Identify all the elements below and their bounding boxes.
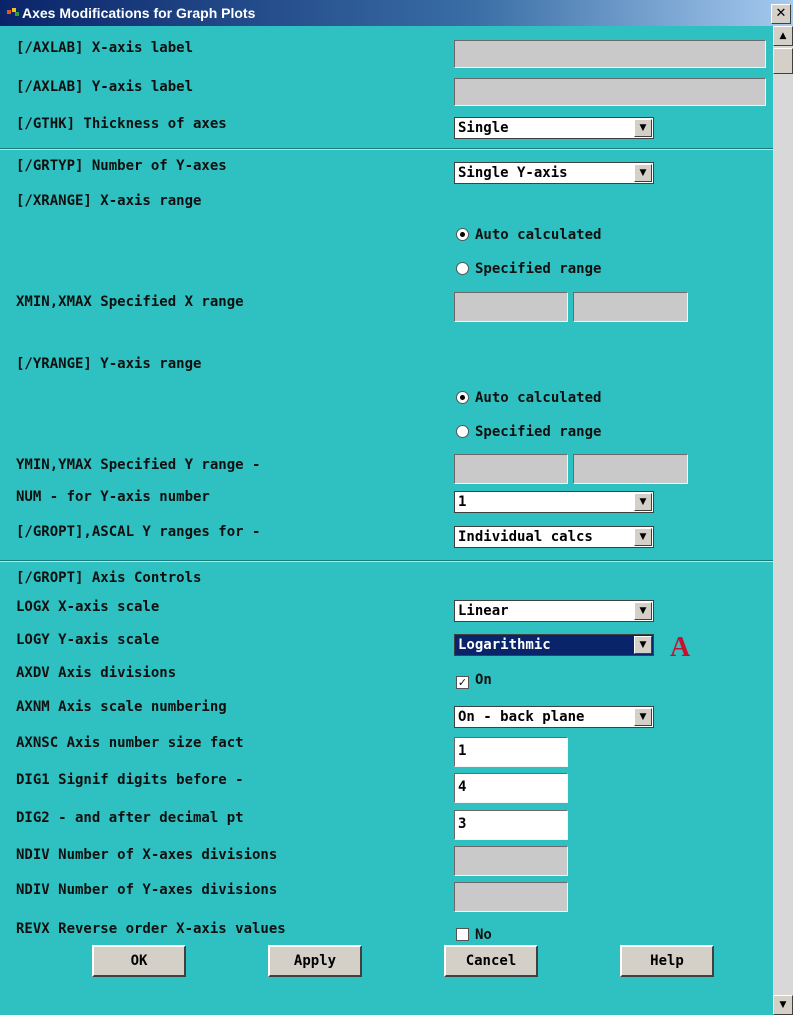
axnsc-label: AXNSC Axis number size fact: [16, 735, 244, 751]
axis-numbering-dropdown[interactable]: On - back plane ▼: [454, 706, 654, 728]
x-axis-label-input[interactable]: [454, 40, 766, 68]
dig2-label: DIG2 - and after decimal pt: [16, 810, 244, 826]
ymin-input[interactable]: [454, 454, 568, 484]
chevron-down-icon[interactable]: ▼: [634, 602, 652, 620]
dig1-label: DIG1 Signif digits before -: [16, 772, 244, 788]
close-button[interactable]: ✕: [771, 4, 791, 24]
y-ranges-value: Individual calcs: [458, 529, 593, 545]
ndiv-y-label: NDIV Number of Y-axes divisions: [16, 882, 278, 898]
radio-selected-icon[interactable]: [456, 391, 469, 404]
x-divisions-input[interactable]: [454, 846, 568, 876]
y-axes-count-value: Single Y-axis: [458, 165, 568, 181]
yminmax-label: YMIN,YMAX Specified Y range -: [16, 457, 261, 473]
xmax-input[interactable]: [573, 292, 688, 322]
y-ranges-dropdown[interactable]: Individual calcs ▼: [454, 526, 654, 548]
gthk-label: [/GTHK] Thickness of axes: [16, 116, 227, 132]
dialog-panel: [/AXLAB] X-axis label [/AXLAB] Y-axis la…: [0, 26, 773, 1015]
yrange-label: [/YRANGE] Y-axis range: [16, 356, 202, 372]
title-bar: Axes Modifications for Graph Plots ✕: [0, 0, 793, 26]
y-axis-scale-value: Logarithmic: [458, 637, 551, 653]
x-auto-calculated-radio[interactable]: Auto calculated: [456, 226, 601, 244]
scroll-thumb[interactable]: [773, 48, 793, 74]
chevron-down-icon[interactable]: ▼: [634, 636, 652, 654]
axdv-label: AXDV Axis divisions: [16, 665, 177, 681]
chevron-down-icon[interactable]: ▼: [634, 164, 652, 182]
y-divisions-input[interactable]: [454, 882, 568, 912]
x-specified-range-radio[interactable]: Specified range: [456, 260, 601, 278]
y-auto-calculated-radio[interactable]: Auto calculated: [456, 389, 601, 407]
x-auto-calculated-label: Auto calculated: [475, 227, 602, 243]
y-specified-range-label: Specified range: [475, 424, 602, 440]
axes-thickness-dropdown[interactable]: Single ▼: [454, 117, 654, 139]
num-label: NUM - for Y-axis number: [16, 489, 210, 505]
axes-thickness-value: Single: [458, 120, 509, 136]
axis-number-size-input[interactable]: 1: [454, 737, 568, 767]
radio-selected-icon[interactable]: [456, 228, 469, 241]
y-specified-range-radio[interactable]: Specified range: [456, 423, 601, 441]
digits-before-input[interactable]: 4: [454, 773, 568, 803]
grtyp-label: [/GRTYP] Number of Y-axes: [16, 158, 227, 174]
reverse-x-value: No: [475, 927, 492, 943]
section-divider: [0, 148, 773, 150]
revx-label: REVX Reverse order X-axis values: [16, 921, 286, 937]
xrange-label: [/XRANGE] X-axis range: [16, 193, 202, 209]
help-button[interactable]: Help: [620, 945, 714, 977]
ymax-input[interactable]: [573, 454, 688, 484]
y-axes-count-dropdown[interactable]: Single Y-axis ▼: [454, 162, 654, 184]
chevron-down-icon[interactable]: ▼: [634, 493, 652, 511]
axis-controls-label: [/GROPT] Axis Controls: [16, 570, 202, 586]
ok-button[interactable]: OK: [92, 945, 186, 977]
checkmark-icon[interactable]: ✓: [456, 676, 469, 689]
digits-after-input[interactable]: 3: [454, 810, 568, 840]
logy-label: LOGY Y-axis scale: [16, 632, 160, 648]
chevron-down-icon[interactable]: ▼: [634, 528, 652, 546]
radio-unselected-icon[interactable]: [456, 425, 469, 438]
unchecked-box-icon[interactable]: [456, 928, 469, 941]
axlab-y-label: [/AXLAB] Y-axis label: [16, 79, 194, 95]
axlab-x-label: [/AXLAB] X-axis label: [16, 40, 194, 56]
axis-numbering-value: On - back plane: [458, 709, 585, 725]
x-axis-scale-value: Linear: [458, 603, 509, 619]
y-axis-scale-dropdown[interactable]: Logarithmic ▼: [454, 634, 654, 656]
y-axis-number-value: 1: [458, 494, 467, 510]
annotation-marker: A: [670, 632, 691, 663]
chevron-down-icon[interactable]: ▼: [634, 708, 652, 726]
vertical-scrollbar[interactable]: ▲ ▼: [773, 26, 793, 1015]
radio-unselected-icon[interactable]: [456, 262, 469, 275]
axis-divisions-checkbox[interactable]: ✓ On: [456, 671, 492, 689]
chevron-down-icon[interactable]: ▼: [634, 119, 652, 137]
cancel-button[interactable]: Cancel: [444, 945, 538, 977]
gropt-ascal-label: [/GROPT],ASCAL Y ranges for -: [16, 524, 261, 540]
x-specified-range-label: Specified range: [475, 261, 602, 277]
axis-divisions-value: On: [475, 672, 492, 688]
section-divider: [0, 560, 773, 562]
y-axis-label-input[interactable]: [454, 78, 766, 106]
reverse-x-checkbox[interactable]: No: [456, 926, 492, 944]
scroll-down-button[interactable]: ▼: [773, 995, 793, 1015]
logx-label: LOGX X-axis scale: [16, 599, 160, 615]
y-auto-calculated-label: Auto calculated: [475, 390, 602, 406]
app-icon: [7, 8, 19, 16]
xminmax-label: XMIN,XMAX Specified X range: [16, 294, 244, 310]
ndiv-x-label: NDIV Number of X-axes divisions: [16, 847, 278, 863]
window-title: Axes Modifications for Graph Plots: [22, 5, 256, 21]
y-axis-number-dropdown[interactable]: 1 ▼: [454, 491, 654, 513]
xmin-input[interactable]: [454, 292, 568, 322]
axnm-label: AXNM Axis scale numbering: [16, 699, 227, 715]
apply-button[interactable]: Apply: [268, 945, 362, 977]
x-axis-scale-dropdown[interactable]: Linear ▼: [454, 600, 654, 622]
scroll-up-button[interactable]: ▲: [773, 26, 793, 46]
